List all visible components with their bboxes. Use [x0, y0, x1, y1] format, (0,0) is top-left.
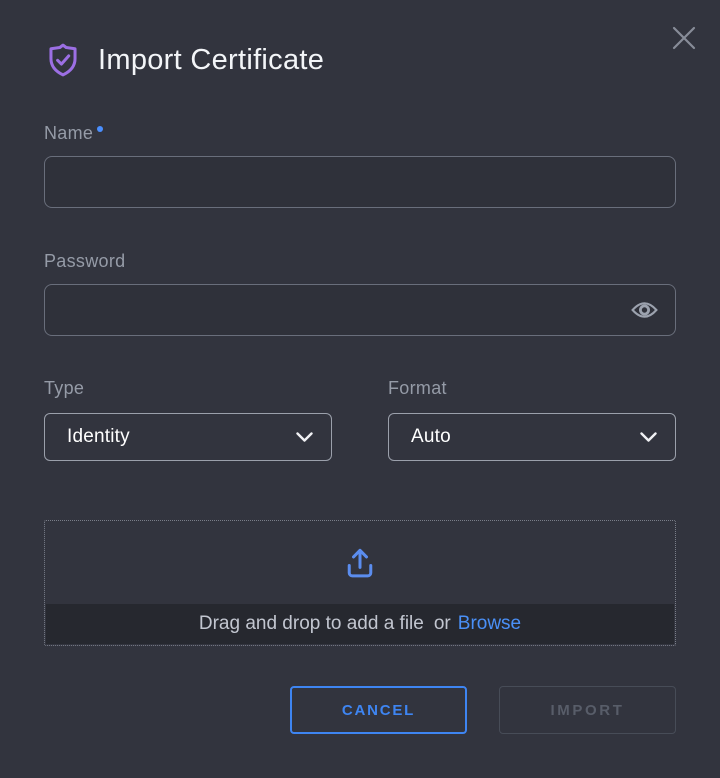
dropzone-text: Drag and drop to add a file: [199, 613, 424, 635]
cancel-button[interactable]: CANCEL: [290, 686, 467, 734]
required-indicator: [97, 126, 103, 132]
file-dropzone[interactable]: Drag and drop to add a file or Browse: [44, 520, 676, 646]
close-icon: [669, 23, 699, 53]
upload-icon: [341, 543, 379, 588]
close-button[interactable]: [664, 18, 704, 58]
dialog-title: Import Certificate: [98, 44, 324, 77]
dialog-footer: CANCEL IMPORT: [44, 686, 676, 734]
type-column: Type Identity: [44, 336, 332, 461]
reveal-password-button[interactable]: [628, 294, 660, 326]
password-input[interactable]: [44, 284, 676, 336]
password-input-wrap: [44, 284, 676, 336]
type-label: Type: [44, 378, 332, 399]
format-column: Format Auto: [388, 336, 676, 461]
chevron-down-icon: [640, 432, 657, 443]
type-format-row: Type Identity Format Auto: [44, 336, 676, 461]
dropzone-or-text: or: [434, 613, 451, 635]
format-label: Format: [388, 378, 676, 399]
password-label: Password: [44, 251, 676, 272]
shield-check-icon: [44, 40, 82, 80]
type-select[interactable]: Identity: [44, 413, 332, 461]
type-select-value: Identity: [67, 426, 130, 448]
name-label: Name: [44, 123, 676, 144]
eye-icon: [631, 300, 658, 320]
browse-link[interactable]: Browse: [458, 613, 521, 635]
format-select[interactable]: Auto: [388, 413, 676, 461]
dropzone-caption: Drag and drop to add a file or Browse: [46, 604, 674, 644]
name-input[interactable]: [44, 156, 676, 208]
import-certificate-dialog: Import Certificate Name Password Type Id…: [0, 0, 720, 778]
chevron-down-icon: [296, 432, 313, 443]
password-label-text: Password: [44, 251, 125, 271]
import-button[interactable]: IMPORT: [499, 686, 676, 734]
name-label-text: Name: [44, 123, 93, 143]
dialog-header: Import Certificate: [44, 0, 676, 80]
format-select-value: Auto: [411, 426, 451, 448]
